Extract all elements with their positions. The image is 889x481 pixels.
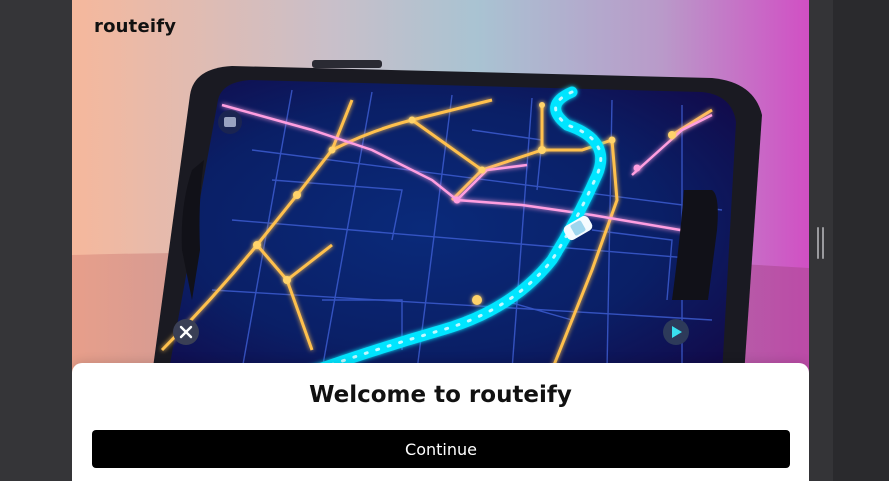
welcome-sheet: Welcome to routeify Continue: [72, 363, 809, 481]
left-gutter: [0, 0, 72, 481]
play-icon[interactable]: [662, 318, 690, 346]
continue-button[interactable]: Continue: [92, 430, 790, 468]
resize-grip-line: [822, 227, 824, 259]
far-right-panel: [833, 0, 889, 481]
close-icon[interactable]: [172, 318, 200, 346]
resize-grip-line: [817, 227, 819, 259]
brand-logo: routeify: [94, 16, 177, 37]
welcome-title: Welcome to routeify: [309, 382, 572, 408]
bag-icon: [218, 110, 242, 134]
resize-handle[interactable]: [817, 227, 825, 259]
onboarding-screen: routeify Welcome to routeify Continue: [72, 0, 809, 481]
